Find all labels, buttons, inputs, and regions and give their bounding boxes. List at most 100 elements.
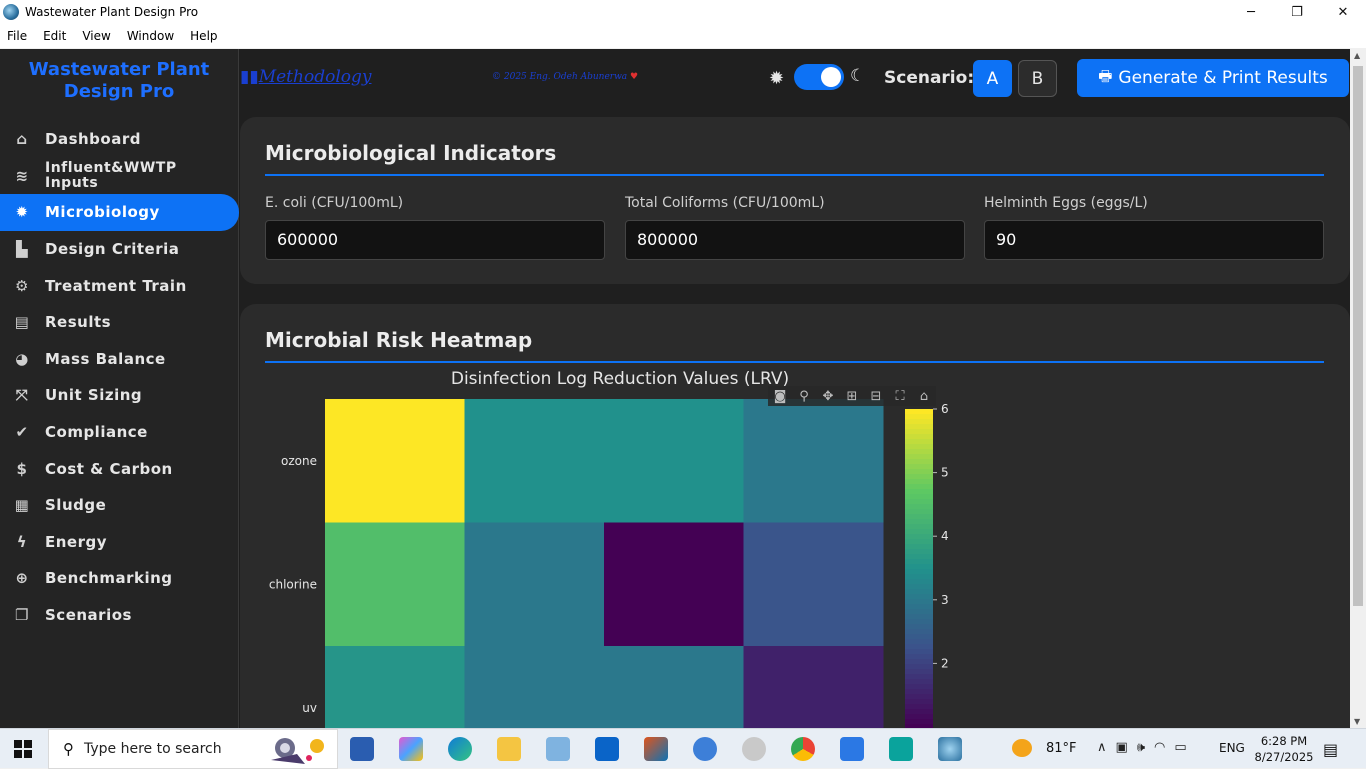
zoom-icon[interactable]: ⚲ — [792, 389, 816, 404]
laptop-icon[interactable] — [546, 737, 570, 761]
matlab-icon[interactable] — [644, 737, 668, 761]
app-a-icon[interactable] — [693, 737, 717, 761]
colorbar-segment — [905, 409, 933, 415]
weather-widget[interactable]: 81°F — [1012, 739, 1077, 757]
camera-icon[interactable]: ◙ — [768, 389, 792, 404]
search-highlight-icon — [271, 738, 324, 764]
sidebar-item-treatment-train[interactable]: ⚙ Treatment Train — [0, 267, 239, 304]
colorbar-segment — [905, 499, 933, 505]
menu-help[interactable]: Help — [190, 29, 217, 43]
outlook-icon[interactable] — [595, 737, 619, 761]
pan-icon[interactable]: ✥ — [816, 389, 840, 404]
autoscale-icon[interactable]: ⛶ — [888, 389, 912, 404]
sidebar-item-label: Mass Balance — [45, 349, 166, 368]
ecoli-input[interactable]: 600000 — [265, 220, 605, 260]
generate-print-button[interactable]: 🖶 Generate & Print Results — [1077, 59, 1349, 97]
battery-icon[interactable]: ▭ — [1174, 740, 1186, 755]
volume-icon[interactable]: 🕪 — [1137, 740, 1145, 755]
colorbar-segment — [905, 584, 933, 590]
colorbar-segment — [905, 634, 933, 640]
wifi-icon[interactable]: ◠ — [1154, 740, 1165, 755]
theme-toggle[interactable] — [794, 64, 844, 90]
minimize-button[interactable]: ─ — [1228, 0, 1274, 24]
taskbar-clock[interactable]: 6:28 PM 8/27/2025 — [1254, 733, 1314, 765]
bing-icon[interactable] — [840, 737, 864, 761]
heatmap-cell[interactable] — [464, 399, 605, 523]
language-indicator[interactable]: ENG — [1219, 741, 1245, 755]
vertical-scrollbar[interactable]: ▲ ▼ — [1350, 49, 1366, 728]
microbiological-indicators-card: Microbiological Indicators E. coli (CFU/… — [240, 117, 1350, 284]
heatmap-cell[interactable] — [464, 522, 605, 647]
wastewater-app-taskbar-icon[interactable] — [938, 737, 962, 761]
store-icon[interactable] — [350, 737, 374, 761]
heatmap-cell[interactable] — [325, 522, 465, 647]
colorbar-segment — [905, 704, 933, 710]
chevron-up-icon[interactable]: ∧ — [1097, 740, 1107, 755]
sidebar-item-cost-carbon[interactable]: $ Cost & Carbon — [0, 450, 239, 487]
colorbar-segment — [905, 514, 933, 520]
edge-icon[interactable] — [448, 737, 472, 761]
taskbar-search[interactable]: ⚲ Type here to search — [48, 729, 338, 769]
sidebar-item-dashboard[interactable]: ⌂ Dashboard — [0, 121, 239, 158]
virus-icon: ✹ — [15, 203, 29, 222]
main-content: ▮▮Methodology © 2025 Eng. Odeh Abunerwa … — [240, 49, 1350, 728]
sidebar-nav: ⌂ Dashboard ≋ Influent&WWTP Inputs ✹ Microbio… — [0, 121, 239, 633]
sidebar-item-label: Compliance — [45, 423, 148, 442]
close-button[interactable]: ✕ — [1320, 0, 1366, 24]
menu-view[interactable]: View — [82, 29, 110, 43]
scenario-a-button[interactable]: A — [973, 60, 1012, 97]
scroll-up-icon[interactable]: ▲ — [1354, 51, 1360, 60]
helminth-input[interactable]: 90 — [984, 220, 1324, 260]
arduino-icon[interactable] — [889, 737, 913, 761]
file-explorer-icon[interactable] — [497, 737, 521, 761]
heatmap-cell[interactable] — [464, 646, 605, 728]
heatmap-cell[interactable] — [325, 646, 465, 728]
heatmap-cell[interactable] — [604, 399, 744, 523]
app-body: Wastewater Plant Design Pro ⌂ Dashboard ≋ I… — [0, 49, 1366, 728]
chrome-icon[interactable] — [791, 737, 815, 761]
colorbar-segment — [905, 419, 933, 425]
methodology-link[interactable]: ▮▮Methodology — [240, 67, 371, 87]
reset-home-icon[interactable]: ⌂ — [912, 389, 936, 404]
card-title: Microbial Risk Heatmap — [265, 328, 533, 352]
heatmap-cell[interactable] — [325, 399, 465, 523]
clock-app-icon[interactable] — [742, 737, 766, 761]
sidebar-item-results[interactable]: ▤ Results — [0, 304, 239, 341]
coliforms-input[interactable]: 800000 — [625, 220, 965, 260]
heatmap-cell[interactable] — [743, 646, 884, 728]
windows-start-icon[interactable] — [14, 740, 32, 758]
sidebar-item-compliance[interactable]: ✔ Compliance — [0, 414, 239, 451]
sidebar-item-scenarios[interactable]: ❐ Scenarios — [0, 597, 239, 634]
colorbar-tick-label: 6 — [941, 402, 949, 416]
meet-icon[interactable]: ▣ — [1116, 740, 1128, 755]
scroll-down-icon[interactable]: ▼ — [1354, 717, 1360, 726]
menu-edit[interactable]: Edit — [43, 29, 66, 43]
sidebar-item-unit-sizing[interactable]: ⤧ Unit Sizing — [0, 377, 239, 414]
heatmap-cell[interactable] — [604, 646, 744, 728]
sidebar-item-microbiology[interactable]: ✹ Microbiology — [0, 194, 239, 231]
sidebar-item-mass-balance[interactable]: ◕ Mass Balance — [0, 341, 239, 378]
sidebar-item-influent-wwtp-inputs[interactable]: ≋ Influent&WWTP Inputs — [0, 158, 239, 195]
colorbar-segment — [905, 564, 933, 570]
menu-window[interactable]: Window — [127, 29, 174, 43]
zoom-in-icon[interactable]: ⊞ — [840, 389, 864, 404]
coliforms-label: Total Coliforms (CFU/100mL) — [625, 195, 825, 211]
maximize-button[interactable]: ❐ — [1274, 0, 1320, 24]
heatmap-cell[interactable] — [743, 522, 884, 647]
sidebar-item-sludge[interactable]: ▦ Sludge — [0, 487, 239, 524]
menu-file[interactable]: File — [7, 29, 27, 43]
sun-icon: ✹ — [769, 68, 785, 89]
notifications-icon[interactable]: ▤ — [1323, 740, 1338, 759]
zoom-out-icon[interactable]: ⊟ — [864, 389, 888, 404]
heatmap-cell[interactable] — [743, 399, 884, 523]
scroll-thumb[interactable] — [1353, 66, 1363, 606]
sidebar-item-energy[interactable]: ϟ Energy — [0, 524, 239, 561]
copilot-icon[interactable] — [399, 737, 423, 761]
heatmap-cell[interactable] — [604, 522, 744, 647]
sidebar-item-design-criteria[interactable]: ▙ Design Criteria — [0, 231, 239, 268]
scenario-b-button[interactable]: B — [1018, 60, 1057, 97]
colorbar-segment — [905, 684, 933, 690]
system-tray: ∧ ▣ 🕪 ◠ ▭ — [1097, 740, 1187, 755]
sidebar-item-benchmarking[interactable]: ⊕ Benchmarking — [0, 560, 239, 597]
copyright-label: © 2025 Eng. Odeh Abunerwa — [492, 72, 628, 82]
